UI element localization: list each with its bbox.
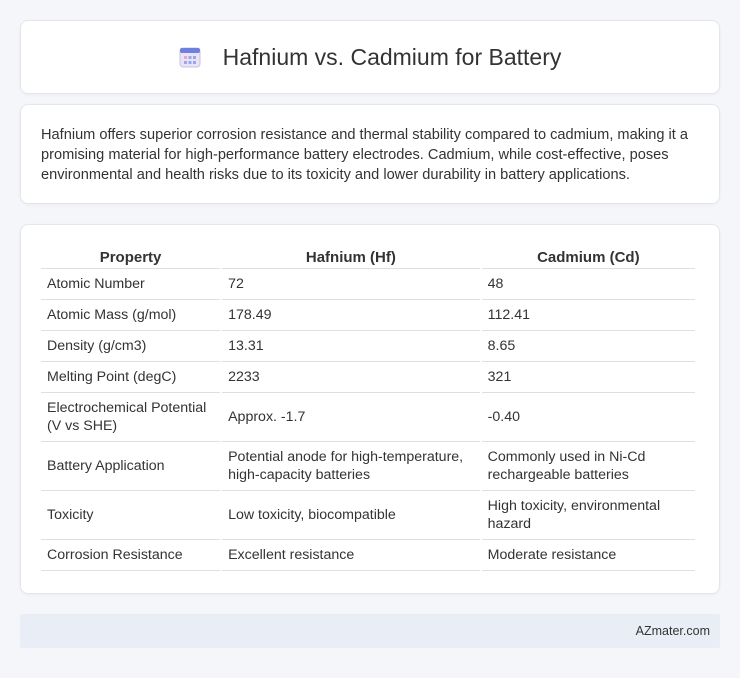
hafnium-cell: 13.31: [222, 331, 480, 362]
property-cell: Atomic Mass (g/mol): [41, 300, 221, 331]
footer-brand: AZmater.com: [635, 624, 710, 638]
hafnium-cell: 72: [222, 269, 480, 300]
table-row: Corrosion Resistance Excellent resistanc…: [41, 540, 695, 571]
cadmium-cell: High toxicity, environmental hazard: [481, 491, 695, 540]
cadmium-cell: 112.41: [481, 300, 695, 331]
property-cell: Battery Application: [41, 442, 221, 491]
property-cell: Atomic Number: [41, 269, 221, 300]
page-title: Hafnium vs. Cadmium for Battery: [222, 43, 562, 70]
header-property: Property: [41, 245, 221, 269]
cadmium-cell: 8.65: [481, 331, 695, 362]
hafnium-cell: 2233: [222, 362, 480, 393]
cadmium-cell: -0.40: [481, 393, 695, 442]
cadmium-cell: Commonly used in Ni-Cd rechargeable batt…: [481, 442, 695, 491]
property-cell: Toxicity: [41, 491, 221, 540]
property-cell: Corrosion Resistance: [41, 540, 221, 571]
table-header-row: Property Hafnium (Hf) Cadmium (Cd): [41, 245, 695, 269]
summary-card: Hafnium offers superior corrosion resist…: [20, 104, 720, 204]
hafnium-cell: Approx. -1.7: [222, 393, 480, 442]
property-cell: Electrochemical Potential (V vs SHE): [41, 393, 221, 442]
table-row: Battery Application Potential anode for …: [41, 442, 695, 491]
hafnium-cell: 178.49: [222, 300, 480, 331]
comparison-table-card: Property Hafnium (Hf) Cadmium (Cd) Atomi…: [20, 224, 720, 594]
property-cell: Melting Point (degC): [41, 362, 221, 393]
property-cell: Density (g/cm3): [41, 331, 221, 362]
hafnium-cell: Excellent resistance: [222, 540, 480, 571]
table-row: Atomic Number 72 48: [41, 269, 695, 300]
header-hafnium: Hafnium (Hf): [222, 245, 480, 269]
calendar-grid-icon: [179, 46, 201, 68]
table-row: Atomic Mass (g/mol) 178.49 112.41: [41, 300, 695, 331]
cadmium-cell: 48: [481, 269, 695, 300]
hafnium-cell: Potential anode for high-temperature, hi…: [222, 442, 480, 491]
table-row: Electrochemical Potential (V vs SHE) App…: [41, 393, 695, 442]
title-card: Hafnium vs. Cadmium for Battery: [20, 20, 720, 94]
table-row: Toxicity Low toxicity, biocompatible Hig…: [41, 491, 695, 540]
table-row: Density (g/cm3) 13.31 8.65: [41, 331, 695, 362]
comparison-table: Property Hafnium (Hf) Cadmium (Cd) Atomi…: [39, 245, 697, 571]
header-cadmium: Cadmium (Cd): [481, 245, 695, 269]
hafnium-cell: Low toxicity, biocompatible: [222, 491, 480, 540]
summary-text: Hafnium offers superior corrosion resist…: [41, 127, 688, 183]
cadmium-cell: 321: [481, 362, 695, 393]
table-row: Melting Point (degC) 2233 321: [41, 362, 695, 393]
footer: AZmater.com: [20, 614, 720, 648]
cadmium-cell: Moderate resistance: [481, 540, 695, 571]
title-wrap: Hafnium vs. Cadmium for Battery: [179, 43, 562, 71]
